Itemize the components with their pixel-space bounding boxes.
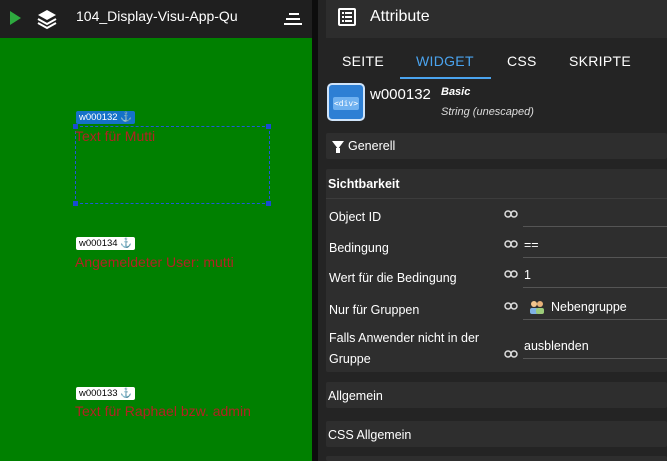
anchor-icon: ⚓ bbox=[120, 388, 133, 399]
editor-canvas-pane: 104_Display-Visu-App-Qu w000132 ⚓ Text f… bbox=[0, 0, 312, 461]
section-next[interactable] bbox=[326, 456, 667, 461]
widget-id-tag[interactable]: w000133 ⚓ bbox=[76, 387, 136, 400]
object-id-field[interactable] bbox=[523, 203, 667, 227]
widget-text[interactable]: Text für Raphael bzw. admin bbox=[75, 403, 251, 419]
view-canvas[interactable] bbox=[0, 38, 312, 461]
filter-icon-stem bbox=[336, 148, 340, 153]
attributes-panel: Attribute SEITE WIDGET CSS SKRIPTE <div>… bbox=[318, 0, 667, 461]
section-sichtbarkeit: Sichtbarkeit Object ID Bedingung == Wert… bbox=[326, 169, 667, 372]
resize-handle[interactable] bbox=[266, 124, 271, 129]
resize-handle[interactable] bbox=[266, 201, 271, 206]
widget-type-icon: <div> bbox=[327, 83, 365, 121]
section-label[interactable]: Sichtbarkeit bbox=[328, 177, 400, 191]
tab-seite[interactable]: SEITE bbox=[342, 53, 384, 69]
play-icon[interactable] bbox=[10, 11, 21, 25]
prop-label-object-id: Object ID bbox=[329, 210, 382, 224]
link-icon[interactable] bbox=[504, 350, 518, 358]
anchor-icon: ⚓ bbox=[120, 112, 133, 123]
prop-label-falls-1: Falls Anwender nicht in der bbox=[329, 331, 480, 345]
prop-label-wert: Wert für die Bedingung bbox=[329, 271, 457, 285]
widget-id: w000132 bbox=[370, 86, 431, 103]
divider bbox=[326, 198, 667, 199]
active-tab-indicator bbox=[400, 77, 491, 79]
anchor-icon: ⚓ bbox=[120, 238, 133, 249]
widget-type-name: String (unescaped) bbox=[441, 106, 534, 118]
tab-skripte[interactable]: SKRIPTE bbox=[569, 53, 631, 69]
tab-bar: SEITE WIDGET CSS SKRIPTE bbox=[318, 40, 667, 80]
tab-css[interactable]: CSS bbox=[507, 53, 537, 69]
condition-value-field[interactable]: 1 bbox=[523, 264, 667, 288]
section-generell[interactable]: Generell bbox=[326, 133, 667, 159]
widget-set: Basic bbox=[441, 86, 471, 98]
section-label: Generell bbox=[348, 139, 396, 153]
canvas-toolbar: 104_Display-Visu-App-Qu bbox=[0, 0, 312, 38]
section-label: Allgemein bbox=[328, 389, 383, 403]
section-allgemein[interactable]: Allgemein bbox=[326, 382, 667, 408]
users-group-icon bbox=[530, 301, 544, 314]
not-in-group-action-select[interactable]: ausblenden bbox=[523, 335, 667, 359]
panel-title: Attribute bbox=[370, 8, 430, 25]
link-icon[interactable] bbox=[504, 270, 518, 278]
groups-select-value: Nebengruppe bbox=[551, 300, 627, 314]
prop-label-falls-2: Gruppe bbox=[329, 352, 371, 366]
widget-badge-text: <div> bbox=[333, 97, 359, 110]
widget-id-tag[interactable]: w000132 ⚓ bbox=[76, 111, 136, 124]
widget-id-label: w000133 bbox=[79, 388, 118, 399]
section-label: CSS Allgemein bbox=[328, 428, 412, 442]
prop-label-gruppen: Nur für Gruppen bbox=[329, 303, 420, 317]
link-icon[interactable] bbox=[504, 302, 518, 310]
sort-menu-icon[interactable] bbox=[283, 11, 303, 27]
layers-icon[interactable] bbox=[36, 8, 58, 30]
link-icon[interactable] bbox=[504, 210, 518, 218]
list-icon bbox=[338, 8, 356, 26]
link-icon[interactable] bbox=[504, 240, 518, 248]
section-css-allgemein[interactable]: CSS Allgemein bbox=[326, 421, 667, 447]
widget-id-label: w000134 bbox=[79, 238, 118, 249]
resize-handle[interactable] bbox=[73, 201, 78, 206]
tab-widget[interactable]: WIDGET bbox=[416, 53, 474, 69]
widget-id-label: w000132 bbox=[79, 112, 118, 123]
widget-text[interactable]: Text für Mutti bbox=[75, 128, 155, 144]
widget-id-tag[interactable]: w000134 ⚓ bbox=[76, 237, 136, 250]
condition-select[interactable]: == bbox=[523, 234, 667, 258]
attributes-header: Attribute bbox=[326, 0, 667, 38]
prop-label-bedingung: Bedingung bbox=[329, 241, 389, 255]
widget-text[interactable]: Angemeldeter User: mutti bbox=[75, 254, 234, 270]
view-title: 104_Display-Visu-App-Qu bbox=[76, 8, 238, 24]
